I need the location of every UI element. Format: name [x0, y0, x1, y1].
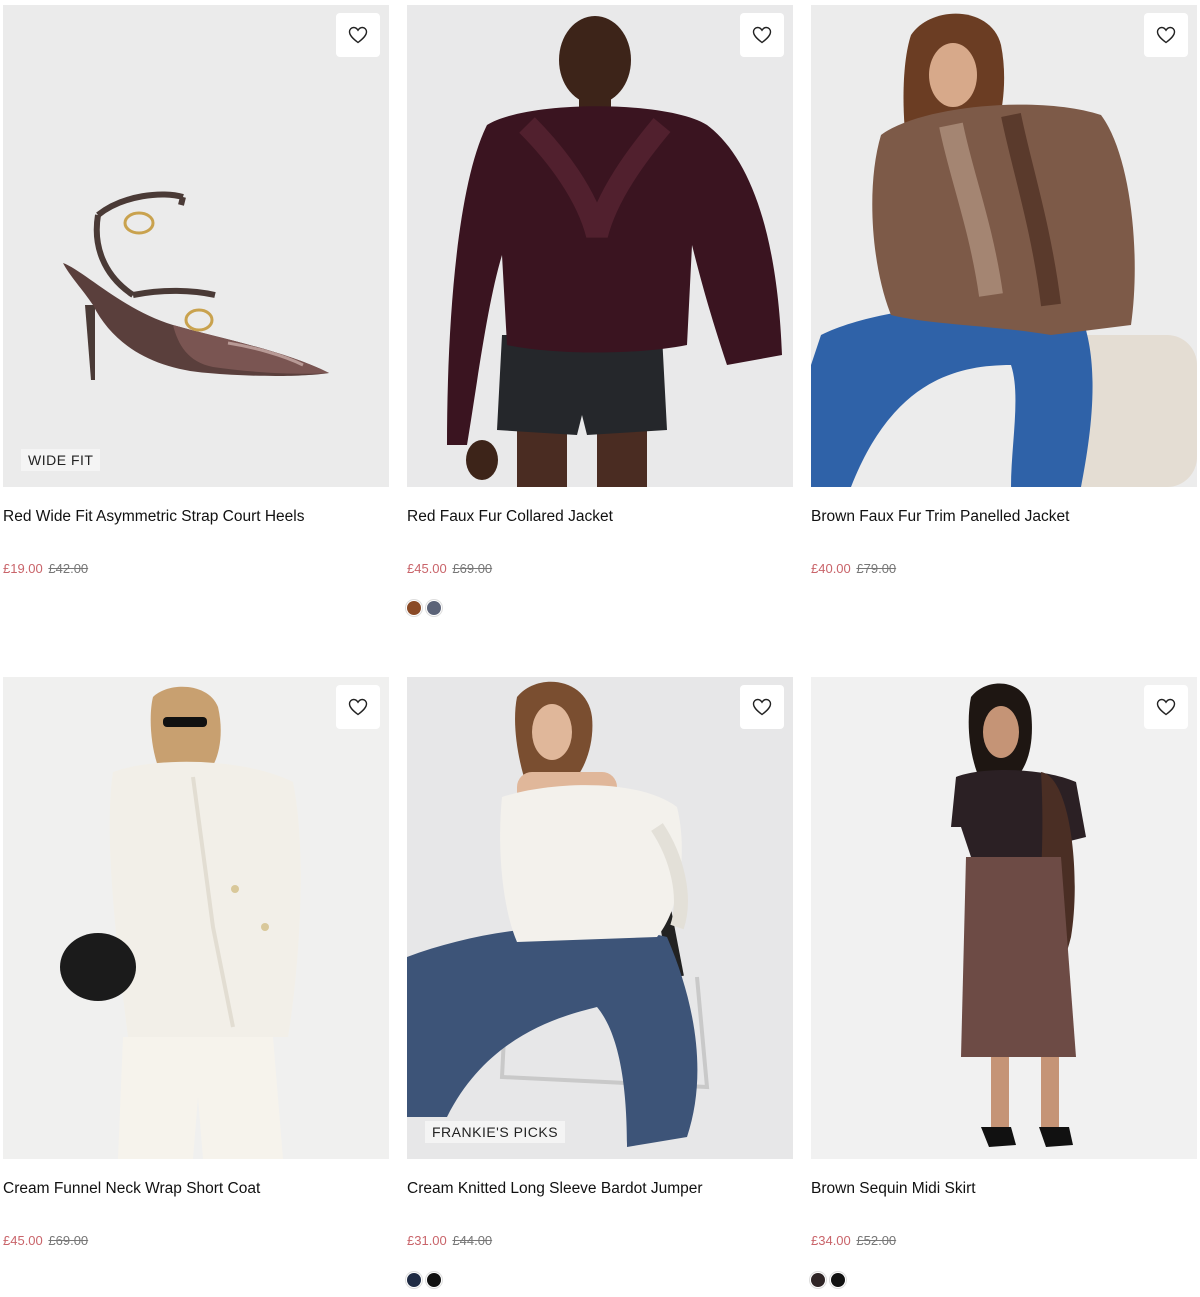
sale-price: £45.00 — [3, 1233, 43, 1248]
heart-icon — [348, 698, 368, 716]
model-photo — [447, 16, 782, 487]
product-title[interactable]: Red Faux Fur Collared Jacket — [407, 508, 793, 526]
wishlist-button[interactable] — [336, 685, 380, 729]
product-title[interactable]: Brown Sequin Midi Skirt — [811, 1180, 1197, 1198]
was-price: £69.00 — [452, 561, 493, 576]
product-card[interactable]: WIDE FIT Red Wide Fit Asymmetric Strap C… — [3, 5, 389, 645]
product-card[interactable]: FRANKIE'S PICKS Cream Knitted Long Sleev… — [407, 677, 793, 1297]
was-price: £44.00 — [452, 1233, 493, 1248]
wishlist-button[interactable] — [1144, 685, 1188, 729]
product-title[interactable]: Brown Faux Fur Trim Panelled Jacket — [811, 508, 1197, 526]
product-price: £31.00 £44.00 — [407, 1233, 793, 1249]
sale-price: £31.00 — [407, 1233, 447, 1248]
color-swatches — [811, 1273, 1197, 1287]
sale-price: £40.00 — [811, 561, 851, 576]
product-image[interactable] — [3, 677, 389, 1159]
model-photo — [951, 683, 1086, 1147]
color-swatches — [407, 601, 793, 615]
heart-icon — [752, 26, 772, 44]
product-badge: WIDE FIT — [21, 449, 101, 471]
product-price: £40.00 £79.00 — [811, 561, 1197, 577]
product-price: £34.00 £52.00 — [811, 1233, 1197, 1249]
was-price: £52.00 — [856, 1233, 897, 1248]
wishlist-button[interactable] — [740, 13, 784, 57]
product-image[interactable] — [811, 5, 1197, 487]
product-price: £45.00 £69.00 — [3, 1233, 389, 1249]
color-swatch[interactable] — [407, 1273, 421, 1287]
color-swatch[interactable] — [811, 1273, 825, 1287]
product-title[interactable]: Red Wide Fit Asymmetric Strap Court Heel… — [3, 508, 389, 526]
wishlist-button[interactable] — [336, 13, 380, 57]
product-image[interactable]: WIDE FIT — [3, 5, 389, 487]
product-card[interactable]: Brown Faux Fur Trim Panelled Jacket £40.… — [811, 5, 1197, 645]
heels-illustration — [63, 191, 329, 380]
model-photo — [811, 13, 1197, 487]
was-price: £42.00 — [48, 561, 89, 576]
color-swatch[interactable] — [427, 601, 441, 615]
product-grid: WIDE FIT Red Wide Fit Asymmetric Strap C… — [3, 5, 1197, 1297]
product-price: £19.00 £42.00 — [3, 561, 389, 577]
product-price: £45.00 £69.00 — [407, 561, 793, 577]
sale-price: £34.00 — [811, 1233, 851, 1248]
product-image[interactable]: FRANKIE'S PICKS — [407, 677, 793, 1159]
product-card[interactable]: Cream Funnel Neck Wrap Short Coat £45.00… — [3, 677, 389, 1297]
product-badge: FRANKIE'S PICKS — [425, 1121, 566, 1143]
model-photo — [60, 686, 301, 1159]
product-title[interactable]: Cream Funnel Neck Wrap Short Coat — [3, 1180, 389, 1198]
color-swatch[interactable] — [407, 601, 421, 615]
heart-icon — [1156, 26, 1176, 44]
sale-price: £45.00 — [407, 561, 447, 576]
color-swatches — [407, 1273, 793, 1287]
product-card[interactable]: Brown Sequin Midi Skirt £34.00 £52.00 — [811, 677, 1197, 1297]
heart-icon — [1156, 698, 1176, 716]
product-title[interactable]: Cream Knitted Long Sleeve Bardot Jumper — [407, 1180, 793, 1198]
model-photo — [407, 681, 710, 1147]
sale-price: £19.00 — [3, 561, 43, 576]
product-image[interactable] — [811, 677, 1197, 1159]
wishlist-button[interactable] — [1144, 13, 1188, 57]
product-image[interactable] — [407, 5, 793, 487]
color-swatch[interactable] — [427, 1273, 441, 1287]
product-card[interactable]: Red Faux Fur Collared Jacket £45.00 £69.… — [407, 5, 793, 645]
was-price: £69.00 — [48, 1233, 89, 1248]
color-swatch[interactable] — [831, 1273, 845, 1287]
heart-icon — [752, 698, 772, 716]
was-price: £79.00 — [856, 561, 897, 576]
wishlist-button[interactable] — [740, 685, 784, 729]
heart-icon — [348, 26, 368, 44]
